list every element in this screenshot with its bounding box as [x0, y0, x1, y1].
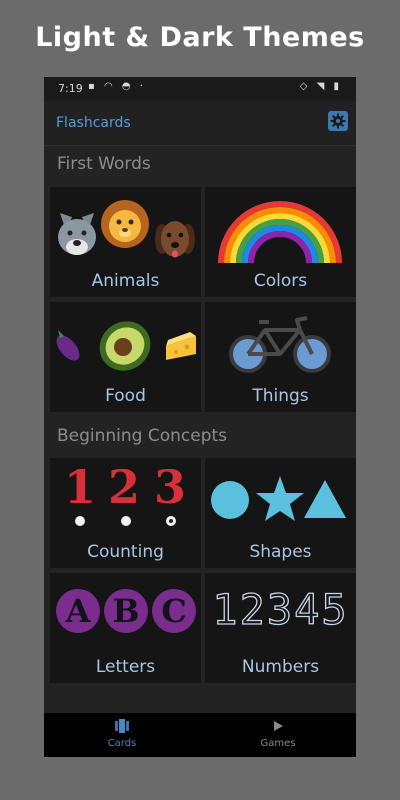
counting-digit: 2: [108, 460, 141, 514]
section-title-beginning-concepts: Beginning Concepts: [57, 426, 228, 446]
gear-icon: [330, 113, 346, 129]
avocado-icon: [99, 321, 151, 371]
cards-icon: [115, 719, 129, 733]
card-numbers[interactable]: 12345 Numbers: [205, 573, 356, 683]
notification-icons: ▪ ◠ ◓ ·: [88, 81, 146, 92]
letter-c-badge: C: [152, 589, 196, 633]
card-label-food: Food: [105, 386, 146, 406]
card-label-letters: Letters: [95, 657, 156, 677]
rainbow-icon: [218, 201, 342, 264]
bottom-nav: Cards Games: [44, 713, 356, 757]
app-bar: Flashcards: [44, 101, 356, 146]
card-things[interactable]: Things: [205, 302, 356, 412]
app-title: Flashcards: [56, 115, 131, 131]
nav-label-cards: Cards: [107, 738, 137, 749]
counting-digit: 1: [64, 460, 97, 514]
counting-art: 1 2 3: [50, 458, 201, 540]
status-bar: 7:19 ▪ ◠ ◓ · ◇ ◥ ▮: [44, 77, 356, 101]
balls-icon: [75, 516, 176, 526]
card-shapes[interactable]: Shapes: [205, 458, 356, 568]
animals-art: [58, 200, 195, 258]
section-title-first-words: First Words: [57, 154, 151, 174]
play-icon: [274, 721, 283, 731]
card-animals[interactable]: Animals: [50, 187, 201, 297]
card-label-shapes: Shapes: [249, 542, 312, 562]
letters-art: A B C: [50, 573, 201, 655]
card-label-numbers: Numbers: [241, 657, 320, 677]
bicycle-icon: [229, 316, 331, 373]
circle-shape-icon: [211, 481, 249, 519]
wolf-icon: [58, 213, 96, 255]
card-letters[interactable]: A B C Letters: [50, 573, 201, 683]
nav-tab-cards[interactable]: Cards: [44, 713, 200, 757]
nav-tab-games[interactable]: Games: [200, 713, 356, 757]
counting-digit: 3: [154, 460, 187, 514]
star-shape-icon: [256, 476, 304, 521]
cheese-icon: [166, 332, 196, 360]
system-icons: ◇ ◥ ▮: [299, 81, 342, 92]
phone-screen: 7:19 ▪ ◠ ◓ · ◇ ◥ ▮ Flashcards First Word…: [44, 77, 356, 757]
lion-icon: [101, 200, 149, 248]
food-art: [56, 321, 196, 371]
card-label-colors: Colors: [253, 271, 308, 291]
settings-button[interactable]: [328, 111, 348, 131]
card-label-things: Things: [252, 386, 309, 406]
card-colors[interactable]: Colors: [205, 187, 356, 297]
chalk-digits: 12345: [212, 584, 349, 634]
numbers-art: 12345: [205, 573, 356, 655]
status-time: 7:19: [58, 82, 83, 95]
triangle-shape-icon: [304, 480, 346, 518]
dog-icon: [155, 221, 195, 258]
letter-b-badge: B: [104, 589, 148, 633]
card-counting[interactable]: 1 2 3 Counting: [50, 458, 201, 568]
card-label-counting: Counting: [87, 542, 164, 562]
card-food[interactable]: Food: [50, 302, 201, 412]
eggplant-icon: [56, 330, 80, 361]
headline: Light & Dark Themes: [35, 22, 365, 53]
letter-a-badge: A: [56, 589, 100, 633]
card-label-animals: Animals: [91, 271, 160, 291]
shapes-art: [211, 476, 346, 521]
nav-label-games: Games: [260, 738, 296, 749]
